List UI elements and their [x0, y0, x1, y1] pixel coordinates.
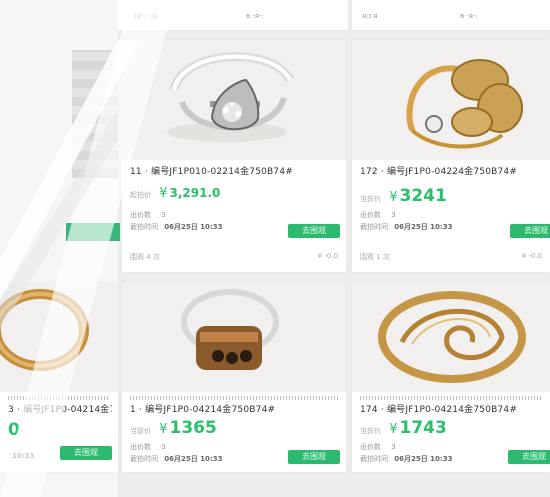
deadline-row: 截拍时间 06月25日 10:33	[360, 454, 452, 464]
bid-count-value: 3	[161, 211, 166, 219]
divider-ruler	[8, 396, 110, 400]
watch-button[interactable]: 去围观	[508, 450, 550, 464]
footer-right: ¥ -0.0	[317, 252, 338, 260]
currency-symbol: ¥	[389, 422, 398, 437]
deadline-value: 06月25日 10:33	[164, 223, 223, 231]
auction-card-partial[interactable]: 3 · 编号JF1P0-04214金750B74# 0 10:33 去围观	[0, 282, 118, 472]
bid-count-row: 出价数 3	[130, 442, 166, 452]
card-footer: 围观 1 次 ¥ -0.0	[360, 252, 542, 262]
footer-left: 围观 4 次	[130, 253, 160, 261]
left-green-button[interactable]	[66, 223, 120, 241]
card-footer: 围观 4 次 ¥ -0.0	[130, 252, 338, 262]
bid-count-row: 出价数 3	[360, 210, 396, 220]
divider-ruler	[360, 396, 542, 400]
currency-symbol: ¥	[159, 186, 168, 201]
currency-symbol: ¥	[159, 422, 168, 437]
watch-button[interactable]: 去围观	[288, 450, 340, 464]
footer-right: ¥ -0.0	[521, 252, 542, 260]
deadline-value: 06月25日 10:33	[394, 223, 453, 231]
deadline-label: 截拍时间	[130, 455, 158, 463]
deadline-row: 10:33	[8, 452, 34, 460]
rose-gold-ring-image	[122, 282, 346, 392]
gold-swirl-ring-image	[352, 282, 550, 392]
bid-count-value: 3	[391, 211, 396, 219]
price-value: 3,291.0	[169, 186, 221, 200]
auction-card[interactable]: 172 · 编号JF1P0-04224金750B74# 当前价 ¥3241 出价…	[352, 40, 550, 272]
product-image	[352, 40, 550, 160]
price-label: 起拍价	[130, 191, 151, 199]
blurred-thumbnail	[72, 50, 118, 178]
bid-count-value: 3	[391, 443, 396, 451]
deadline-label: 截拍时间	[360, 455, 388, 463]
top-card-footer-2: ᴙ:ɪ ᴙ ʙ -ᴙ-:	[352, 0, 550, 30]
top-left-text-2: ᴙ:ɪ ᴙ	[362, 12, 378, 20]
top-card-footer-1: ɪᴙ-:-:ɪᴙ ʙ -ᴙ-:	[118, 0, 348, 30]
deadline-value: 06月25日 10:33	[394, 455, 453, 463]
product-image	[352, 282, 550, 392]
currency-symbol: ¥	[389, 190, 398, 205]
price-row: 当前价 ¥3241	[360, 186, 447, 206]
price-value: 1743	[399, 418, 447, 438]
price-label: 当前价	[130, 427, 151, 435]
card-title: 1 · 编号JF1P0-04214金750B74#	[130, 405, 276, 415]
deadline-row: 截拍时间 06月25日 10:33	[130, 222, 222, 232]
deadline-value: 10:33	[12, 452, 35, 460]
deadline-label: 截拍时间	[130, 223, 158, 231]
product-image	[122, 282, 346, 392]
deadline-value: 06月25日 10:33	[164, 455, 223, 463]
auction-grid: ɪᴙ-:-:ɪᴙ ʙ -ᴙ-: ᴙ:ɪ ᴙ ʙ -ᴙ-: 11 · 编号JF1P…	[0, 0, 550, 497]
watch-button[interactable]: 去围观	[510, 224, 550, 238]
auction-card[interactable]: 174 · 编号JF1P0-04214金750B74# 当前价 ¥1743 出价…	[352, 282, 550, 472]
card-title: 174 · 编号JF1P0-04214金750B74#	[360, 405, 518, 415]
divider-ruler	[130, 396, 338, 400]
gold-band-ring-image	[0, 282, 118, 392]
price-value: 3241	[399, 186, 447, 206]
bid-count-label: 出价数	[130, 211, 151, 219]
top-right-text-2: ʙ -ᴙ-:	[460, 12, 478, 20]
gold-flower-ring-image	[352, 40, 550, 160]
bid-count-label: 出价数	[360, 443, 381, 451]
deadline-label: 截拍时间	[360, 223, 388, 231]
price-label: 当前价	[360, 195, 381, 203]
top-left-text-1: ɪᴙ-:-:ɪᴙ	[134, 12, 158, 20]
bid-count-row: 出价数 3	[360, 442, 396, 452]
deadline-row: 截拍时间 06月25日 10:33	[130, 454, 222, 464]
price-value: 0	[8, 420, 20, 440]
price-row: 当前价 ¥1365	[130, 418, 217, 438]
watch-button[interactable]: 去围观	[60, 446, 112, 460]
bid-count-row: 出价数 3	[130, 210, 166, 220]
price-value: 1365	[169, 418, 217, 438]
footer-left: 围观 1 次	[360, 253, 390, 261]
price-row: 0	[8, 420, 20, 440]
deadline-row: 截拍时间 06月25日 10:33	[360, 222, 452, 232]
bid-count-value: 3	[161, 443, 166, 451]
auction-card[interactable]: 1 · 编号JF1P0-04214金750B74# 当前价 ¥1365 出价数 …	[122, 282, 346, 472]
silver-ring-image	[122, 40, 346, 160]
product-image	[0, 282, 118, 392]
auction-card[interactable]: 11 · 编号JF1P010-02214金750B74# 起拍价 ¥3,291.…	[122, 40, 346, 272]
bid-count-label: 出价数	[360, 211, 381, 219]
product-image	[122, 40, 346, 160]
card-title: 11 · 编号JF1P010-02214金750B74#	[130, 167, 294, 177]
price-row: 当前价 ¥1743	[360, 418, 447, 438]
top-right-text-1: ʙ -ᴙ-:	[246, 12, 264, 20]
card-title: 172 · 编号JF1P0-04224金750B74#	[360, 167, 518, 177]
price-label: 当前价	[360, 427, 381, 435]
card-title: 3 · 编号JF1P0-04214金750B74#	[8, 405, 112, 415]
price-row: 起拍价 ¥3,291.0	[130, 186, 220, 201]
bid-count-label: 出价数	[130, 443, 151, 451]
watch-button[interactable]: 去围观	[288, 224, 340, 238]
